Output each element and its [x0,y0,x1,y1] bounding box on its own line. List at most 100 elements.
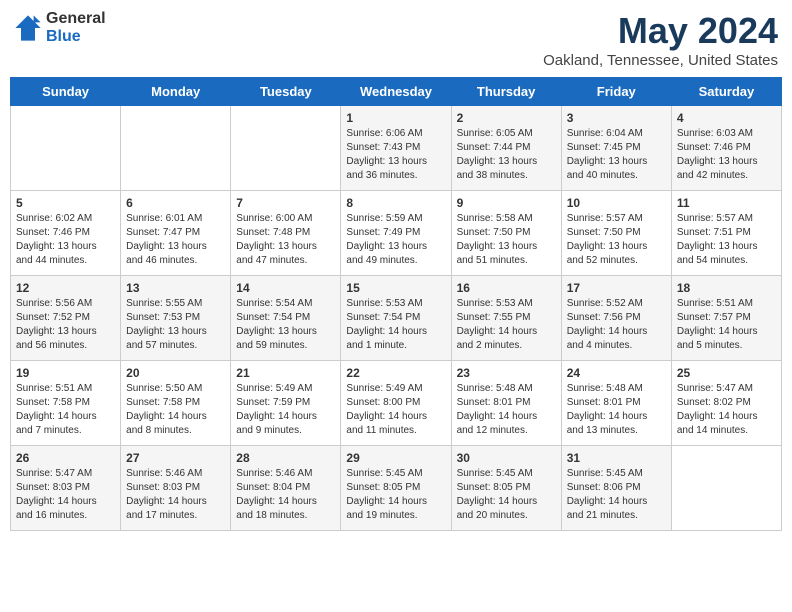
day-number: 28 [236,451,335,465]
logo-general: General [46,10,106,27]
day-info: Sunrise: 6:01 AMSunset: 7:47 PMDaylight:… [126,212,225,268]
day-info: Sunrise: 5:49 AMSunset: 7:59 PMDaylight:… [236,382,335,438]
day-number: 24 [567,366,666,380]
location: Oakland, Tennessee, United States [543,52,778,69]
day-info: Sunrise: 6:00 AMSunset: 7:48 PMDaylight:… [236,212,335,268]
day-number: 4 [677,111,776,125]
page-header: General Blue May 2024 Oakland, Tennessee… [10,10,782,69]
calendar-cell [231,106,341,191]
day-number: 27 [126,451,225,465]
day-number: 19 [16,366,115,380]
day-info: Sunrise: 5:51 AMSunset: 7:58 PMDaylight:… [16,382,115,438]
day-number: 2 [457,111,556,125]
day-info: Sunrise: 5:45 AMSunset: 8:05 PMDaylight:… [346,467,445,523]
day-info: Sunrise: 5:56 AMSunset: 7:52 PMDaylight:… [16,297,115,353]
day-number: 20 [126,366,225,380]
calendar-cell: 27 Sunrise: 5:46 AMSunset: 8:03 PMDayligh… [121,446,231,531]
weekday-header-sunday: Sunday [11,78,121,106]
calendar-week-row: 26 Sunrise: 5:47 AMSunset: 8:03 PMDayligh… [11,446,782,531]
day-info: Sunrise: 5:48 AMSunset: 8:01 PMDaylight:… [457,382,556,438]
day-info: Sunrise: 6:04 AMSunset: 7:45 PMDaylight:… [567,127,666,183]
day-info: Sunrise: 5:47 AMSunset: 8:02 PMDaylight:… [677,382,776,438]
day-info: Sunrise: 6:03 AMSunset: 7:46 PMDaylight:… [677,127,776,183]
month-title: May 2024 [543,10,778,52]
title-block: May 2024 Oakland, Tennessee, United Stat… [543,10,778,69]
day-info: Sunrise: 6:02 AMSunset: 7:46 PMDaylight:… [16,212,115,268]
day-info: Sunrise: 5:46 AMSunset: 8:03 PMDaylight:… [126,467,225,523]
day-info: Sunrise: 5:45 AMSunset: 8:05 PMDaylight:… [457,467,556,523]
calendar-cell: 14Sunrise: 5:54 AMSunset: 7:54 PMDayligh… [231,276,341,361]
day-info: Sunrise: 6:05 AMSunset: 7:44 PMDaylight:… [457,127,556,183]
day-number: 16 [457,281,556,295]
calendar-cell [671,446,781,531]
day-number: 13 [126,281,225,295]
day-number: 12 [16,281,115,295]
calendar-cell: 30 Sunrise: 5:45 AMSunset: 8:05 PMDayligh… [451,446,561,531]
day-info: Sunrise: 5:58 AMSunset: 7:50 PMDaylight:… [457,212,556,268]
weekday-header-monday: Monday [121,78,231,106]
calendar-cell: 28 Sunrise: 5:46 AMSunset: 8:04 PMDayligh… [231,446,341,531]
calendar-table: SundayMondayTuesdayWednesdayThursdayFrid… [10,77,782,531]
day-number: 17 [567,281,666,295]
day-number: 15 [346,281,445,295]
day-info: Sunrise: 5:45 AMSunset: 8:06 PMDaylight:… [567,467,666,523]
day-info: Sunrise: 5:46 AMSunset: 8:04 PMDaylight:… [236,467,335,523]
calendar-week-row: 19 Sunrise: 5:51 AMSunset: 7:58 PMDayligh… [11,361,782,446]
calendar-cell: 8Sunrise: 5:59 AMSunset: 7:49 PMDaylight… [341,191,451,276]
calendar-cell: 29 Sunrise: 5:45 AMSunset: 8:05 PMDayligh… [341,446,451,531]
day-info: Sunrise: 5:57 AMSunset: 7:50 PMDaylight:… [567,212,666,268]
calendar-cell [121,106,231,191]
calendar-header-row: SundayMondayTuesdayWednesdayThursdayFrid… [11,78,782,106]
day-info: Sunrise: 5:48 AMSunset: 8:01 PMDaylight:… [567,382,666,438]
calendar-cell: 25Sunrise: 5:47 AMSunset: 8:02 PMDayligh… [671,361,781,446]
day-info: Sunrise: 5:55 AMSunset: 7:53 PMDaylight:… [126,297,225,353]
calendar-week-row: 1 Sunrise: 6:06 AMSunset: 7:43 PMDaylight… [11,106,782,191]
day-number: 30 [457,451,556,465]
calendar-cell: 5Sunrise: 6:02 AMSunset: 7:46 PMDaylight… [11,191,121,276]
day-number: 10 [567,196,666,210]
calendar-cell: 9 Sunrise: 5:58 AMSunset: 7:50 PMDaylight… [451,191,561,276]
calendar-cell: 16 Sunrise: 5:53 AMSunset: 7:55 PMDayligh… [451,276,561,361]
calendar-cell: 17 Sunrise: 5:52 AMSunset: 7:56 PMDayligh… [561,276,671,361]
day-number: 3 [567,111,666,125]
calendar-cell: 13 Sunrise: 5:55 AMSunset: 7:53 PMDayligh… [121,276,231,361]
day-number: 14 [236,281,335,295]
day-info: Sunrise: 5:47 AMSunset: 8:03 PMDaylight:… [16,467,115,523]
calendar-cell: 10 Sunrise: 5:57 AMSunset: 7:50 PMDayligh… [561,191,671,276]
day-info: Sunrise: 6:06 AMSunset: 7:43 PMDaylight:… [346,127,445,183]
logo-blue: Blue [46,28,81,45]
day-info: Sunrise: 5:50 AMSunset: 7:58 PMDaylight:… [126,382,225,438]
day-number: 22 [346,366,445,380]
logo: General Blue [14,10,106,46]
calendar-cell: 7 Sunrise: 6:00 AMSunset: 7:48 PMDaylight… [231,191,341,276]
day-number: 21 [236,366,335,380]
logo-icon [14,14,42,42]
day-number: 1 [346,111,445,125]
calendar-cell: 15 Sunrise: 5:53 AMSunset: 7:54 PMDayligh… [341,276,451,361]
calendar-cell: 1 Sunrise: 6:06 AMSunset: 7:43 PMDaylight… [341,106,451,191]
day-number: 29 [346,451,445,465]
calendar-cell: 20 Sunrise: 5:50 AMSunset: 7:58 PMDayligh… [121,361,231,446]
weekday-header-tuesday: Tuesday [231,78,341,106]
calendar-cell: 3 Sunrise: 6:04 AMSunset: 7:45 PMDaylight… [561,106,671,191]
calendar-cell: 31 Sunrise: 5:45 AMSunset: 8:06 PMDayligh… [561,446,671,531]
calendar-week-row: 12 Sunrise: 5:56 AMSunset: 7:52 PMDayligh… [11,276,782,361]
day-number: 8 [346,196,445,210]
day-number: 7 [236,196,335,210]
weekday-header-thursday: Thursday [451,78,561,106]
calendar-cell: 24 Sunrise: 5:48 AMSunset: 8:01 PMDayligh… [561,361,671,446]
day-info: Sunrise: 5:53 AMSunset: 7:55 PMDaylight:… [457,297,556,353]
weekday-header-friday: Friday [561,78,671,106]
day-info: Sunrise: 5:53 AMSunset: 7:54 PMDaylight:… [346,297,445,353]
day-number: 23 [457,366,556,380]
day-number: 26 [16,451,115,465]
calendar-cell: 6Sunrise: 6:01 AMSunset: 7:47 PMDaylight… [121,191,231,276]
day-number: 31 [567,451,666,465]
day-number: 18 [677,281,776,295]
calendar-cell: 19 Sunrise: 5:51 AMSunset: 7:58 PMDayligh… [11,361,121,446]
calendar-cell: 4 Sunrise: 6:03 AMSunset: 7:46 PMDaylight… [671,106,781,191]
calendar-cell: 18Sunrise: 5:51 AMSunset: 7:57 PMDayligh… [671,276,781,361]
calendar-cell: 2 Sunrise: 6:05 AMSunset: 7:44 PMDaylight… [451,106,561,191]
day-number: 9 [457,196,556,210]
day-info: Sunrise: 5:52 AMSunset: 7:56 PMDaylight:… [567,297,666,353]
